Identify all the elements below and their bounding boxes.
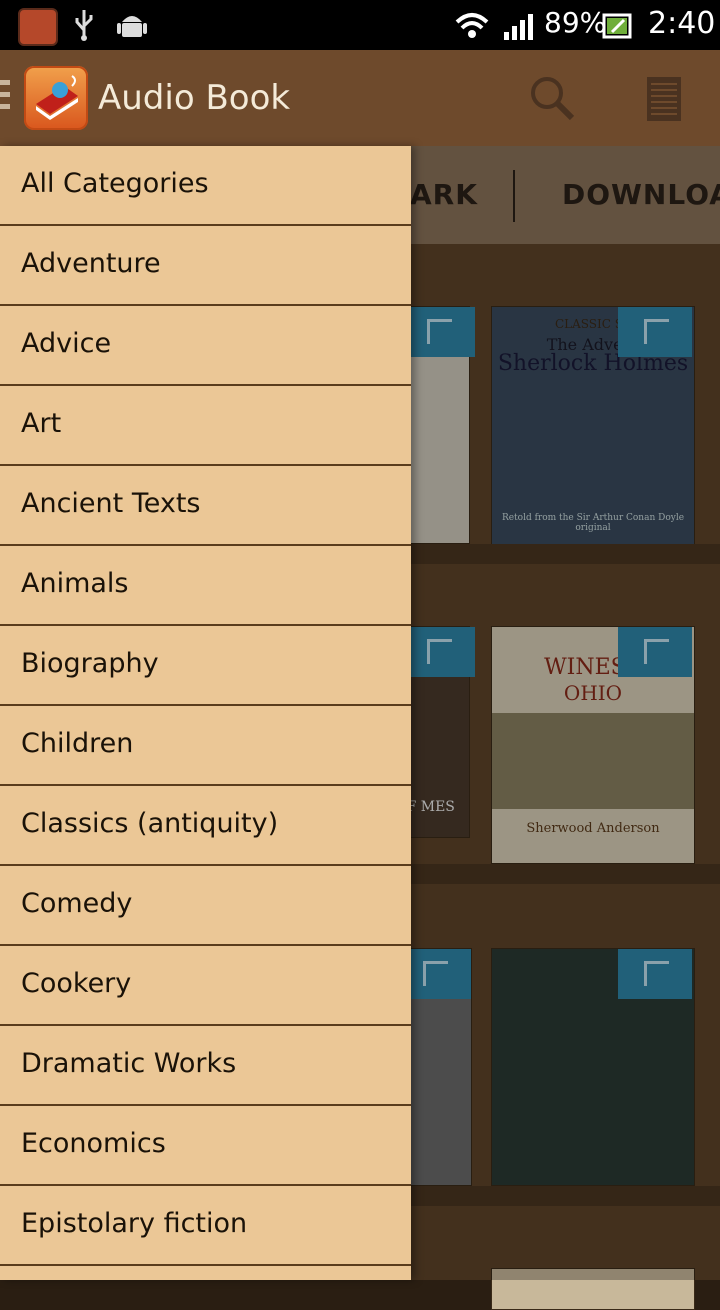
drawer-item-label: Children — [21, 728, 134, 759]
book-logo-icon — [36, 75, 78, 120]
drawer-item-art[interactable]: Art — [0, 386, 411, 466]
drawer-item-label: Ancient Texts — [21, 488, 201, 519]
battery-charging-icon — [602, 13, 632, 39]
drawer-item-epistolary-fiction[interactable]: Epistolary fiction — [0, 1186, 411, 1266]
wifi-icon — [455, 13, 489, 38]
drawer-item-comedy[interactable]: Comedy — [0, 866, 411, 946]
drawer-item-label: Comedy — [21, 888, 133, 919]
drawer-item-animals[interactable]: Animals — [0, 546, 411, 626]
drawer-item-dramatic-works[interactable]: Dramatic Works — [0, 1026, 411, 1106]
drawer-item-label: Biography — [21, 648, 159, 679]
drawer-item-ancient-texts[interactable]: Ancient Texts — [0, 466, 411, 546]
app-notification-icon — [18, 8, 58, 46]
app-title: Audio Book — [98, 78, 291, 118]
list-view-icon[interactable] — [646, 76, 682, 122]
drawer-item-label: Economics — [21, 1128, 166, 1159]
status-bar: 89% 2:40 — [0, 0, 720, 50]
drawer-item-all-categories[interactable]: All Categories — [0, 146, 411, 226]
drawer-item-label: Classics (antiquity) — [21, 808, 279, 839]
signal-icon — [504, 14, 533, 40]
drawer-item-label: Animals — [21, 568, 129, 599]
category-drawer: All Categories Adventure Advice Art Anci… — [0, 146, 411, 1280]
drawer-item-children[interactable]: Children — [0, 706, 411, 786]
drawer-item-label: Epistolary fiction — [21, 1208, 248, 1239]
drawer-item-label: Adventure — [21, 248, 161, 279]
drawer-item-label: Cookery — [21, 968, 132, 999]
drawer-item-label: Art — [21, 408, 62, 439]
app-bar: Audio Book — [0, 50, 720, 146]
drawer-item-adventure[interactable]: Adventure — [0, 226, 411, 306]
drawer-item-economics[interactable]: Economics — [0, 1106, 411, 1186]
android-debug-icon — [117, 16, 147, 37]
battery-percent: 89% — [544, 6, 607, 39]
drawer-item-biography[interactable]: Biography — [0, 626, 411, 706]
search-icon[interactable] — [528, 74, 576, 122]
drawer-item-label: All Categories — [21, 168, 209, 199]
usb-icon — [75, 10, 93, 41]
drawer-item-label: Dramatic Works — [21, 1048, 237, 1079]
drawer-item-advice[interactable]: Advice — [0, 306, 411, 386]
drawer-item-cookery[interactable]: Cookery — [0, 946, 411, 1026]
drawer-item-classics-antiquity[interactable]: Classics (antiquity) — [0, 786, 411, 866]
drawer-item-label: Advice — [21, 328, 112, 359]
hamburger-menu-icon[interactable] — [0, 80, 10, 116]
app-logo-icon[interactable] — [24, 66, 88, 130]
clock: 2:40 — [648, 6, 716, 41]
